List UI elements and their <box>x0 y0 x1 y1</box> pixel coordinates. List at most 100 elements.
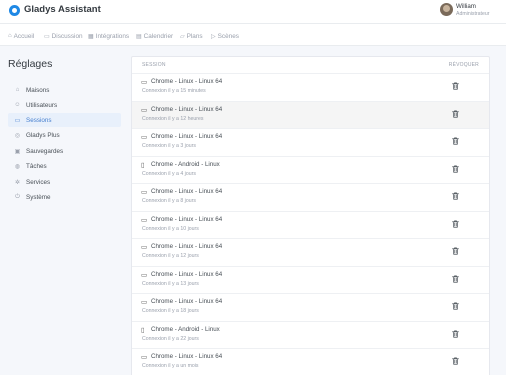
session-row: ▯ Chrome - Android - Linux Connexion il y … <box>132 320 489 349</box>
session-time: Connexion il y a 18 jours <box>142 308 199 314</box>
trash-icon[interactable] <box>452 275 459 283</box>
session-device: Chrome - Linux - Linux 64 <box>151 78 223 85</box>
user-name[interactable]: William <box>456 3 476 10</box>
monitor-icon: ▭ <box>141 271 148 279</box>
session-device: Chrome - Linux - Linux 64 <box>151 215 223 223</box>
session-row: ▭ Chrome - Linux - Linux 64 Connexion il y… <box>132 128 489 156</box>
session-device: Chrome - Linux - Linux 64 <box>151 298 223 305</box>
tasks-icon: ◍ <box>14 163 21 170</box>
sidebar-item-label: Sessions <box>26 116 52 124</box>
power-icon: ⏻ <box>15 193 20 200</box>
column-header-revoke: RÉVOQUER <box>448 62 479 68</box>
nav-label: Calendrier <box>143 32 174 40</box>
grid-icon: ▦ <box>88 33 94 40</box>
sidebar-item-label: Tâches <box>26 162 47 170</box>
sidebar-item-label: Système <box>26 193 51 201</box>
session-time: Connexion il y a un mois <box>142 363 199 369</box>
app-title[interactable]: Gladys Assistant <box>24 4 101 15</box>
user-role: Administrateur <box>456 11 490 17</box>
session-row: ▭ Chrome - Linux - Linux 64 Connexion il y… <box>132 348 489 375</box>
session-row: ▭ Chrome - Linux - Linux 64 Connexion il y… <box>132 183 489 211</box>
trash-icon[interactable] <box>452 302 459 310</box>
monitor-icon: ▭ <box>141 134 148 141</box>
trash-icon[interactable] <box>452 357 459 365</box>
sidebar-item-label: Services <box>26 178 51 186</box>
sessions-card: SESSION RÉVOQUER ▭ Chrome - Linux - Linux… <box>131 56 490 375</box>
column-header-session: SESSION <box>142 62 166 68</box>
trash-icon[interactable] <box>452 110 459 118</box>
monitor-icon: ▭ <box>141 216 148 224</box>
trash-icon[interactable] <box>452 165 459 173</box>
session-time: Connexion il y a 10 jours <box>142 225 199 232</box>
session-time: Connexion il y a 8 jours <box>142 198 196 204</box>
nav-accueil[interactable]: ⌂ Accueil <box>8 31 34 41</box>
calendar-icon: ▤ <box>136 33 142 40</box>
nav-scenes[interactable]: ▷ Scènes <box>211 31 239 41</box>
session-time: Connexion il y a 13 jours <box>142 280 199 287</box>
session-time: Connexion il y a 15 minutes <box>142 88 206 94</box>
session-time: Connexion il y a 22 jours <box>142 335 199 342</box>
trash-icon[interactable] <box>452 82 459 90</box>
trash-icon[interactable] <box>452 192 459 200</box>
map-icon: ▱ <box>180 33 185 40</box>
trash-icon[interactable] <box>452 247 459 255</box>
house-icon: ⌂ <box>15 87 20 93</box>
session-row: ▭ Chrome - Linux - Linux 64 Connexion il y… <box>132 265 489 294</box>
main-nav: ⌂ Accueil ▭ Discussion ▦ Intégrations ▤ … <box>0 24 506 46</box>
globe-icon: ◎ <box>14 132 21 139</box>
sidebar-item-sauvegardes[interactable]: ▣ Sauvegardes <box>8 144 121 158</box>
trash-icon[interactable] <box>452 330 459 338</box>
session-device: Chrome - Linux - Linux 64 <box>151 270 223 278</box>
sidebar-item-gladys-plus[interactable]: ◎ Gladys Plus <box>8 128 121 142</box>
nav-label: Accueil <box>13 32 35 40</box>
sidebar-item-sessions[interactable]: ▭ Sessions <box>8 113 121 127</box>
save-icon: ▣ <box>14 148 21 155</box>
session-row: ▭ Chrome - Linux - Linux 64 Connexion il y… <box>132 73 489 101</box>
monitor-icon: ▭ <box>141 79 148 86</box>
session-device: Chrome - Linux - Linux 64 <box>151 353 223 360</box>
sidebar-item-label: Gladys Plus <box>26 131 60 139</box>
top-bar: Gladys Assistant William Administrateur <box>0 0 506 24</box>
sidebar-item-label: Sauvegardes <box>26 147 64 155</box>
gladys-logo-icon[interactable] <box>9 5 20 16</box>
session-row: ▭ Chrome - Linux - Linux 64 Connexion il y… <box>132 100 489 128</box>
trash-icon[interactable] <box>452 220 459 228</box>
sidebar-item-taches[interactable]: ◍ Tâches <box>8 159 121 173</box>
monitor-icon: ▭ <box>141 189 148 196</box>
trash-icon[interactable] <box>452 137 459 145</box>
chat-icon: ▭ <box>44 33 50 40</box>
nav-plans[interactable]: ▱ Plans <box>180 31 203 41</box>
session-time: Connexion il y a 3 jours <box>142 143 196 149</box>
monitor-icon: ▭ <box>141 244 148 251</box>
session-row: ▭ Chrome - Linux - Linux 64 Connexion il y… <box>132 238 489 266</box>
nav-integrations[interactable]: ▦ Intégrations <box>88 31 129 41</box>
home-icon: ⌂ <box>8 33 12 39</box>
page-title: Réglages <box>8 58 53 70</box>
nav-discussion[interactable]: ▭ Discussion <box>44 31 83 41</box>
nav-label: Discussion <box>51 32 83 40</box>
session-row: ▭ Chrome - Linux - Linux 64 Connexion il y… <box>132 210 489 239</box>
session-row: ▯ Chrome - Android - Linux Connexion il y … <box>132 155 489 184</box>
sidebar-item-label: Utilisateurs <box>26 101 58 109</box>
sidebar-item-services[interactable]: ✲ Services <box>8 175 121 189</box>
settings-icon: ✲ <box>14 179 21 186</box>
sidebar-item-maisons[interactable]: ⌂ Maisons <box>8 83 121 97</box>
session-time: Connexion il y a 4 jours <box>142 170 196 177</box>
session-device: Chrome - Android - Linux <box>151 160 220 168</box>
sidebar-item-systeme[interactable]: ⏻ Système <box>8 190 121 204</box>
avatar[interactable] <box>440 3 453 16</box>
session-time: Connexion il y a 12 jours <box>142 253 199 259</box>
session-device: Chrome - Android - Linux <box>151 325 220 333</box>
sidebar-item-utilisateurs[interactable]: ☺ Utilisateurs <box>8 98 121 112</box>
nav-label: Plans <box>186 32 203 40</box>
nav-label: Scènes <box>217 32 239 40</box>
phone-icon: ▯ <box>141 161 145 169</box>
session-time: Connexion il y a 12 heures <box>142 115 204 122</box>
session-device: Chrome - Linux - Linux 64 <box>151 188 223 195</box>
session-device: Chrome - Linux - Linux 64 <box>151 133 223 140</box>
monitor-icon: ▭ <box>141 354 148 361</box>
monitor-icon: ▭ <box>141 106 148 114</box>
user-icon: ☺ <box>14 102 21 108</box>
monitor-icon: ▭ <box>141 299 148 306</box>
nav-calendrier[interactable]: ▤ Calendrier <box>136 31 173 41</box>
